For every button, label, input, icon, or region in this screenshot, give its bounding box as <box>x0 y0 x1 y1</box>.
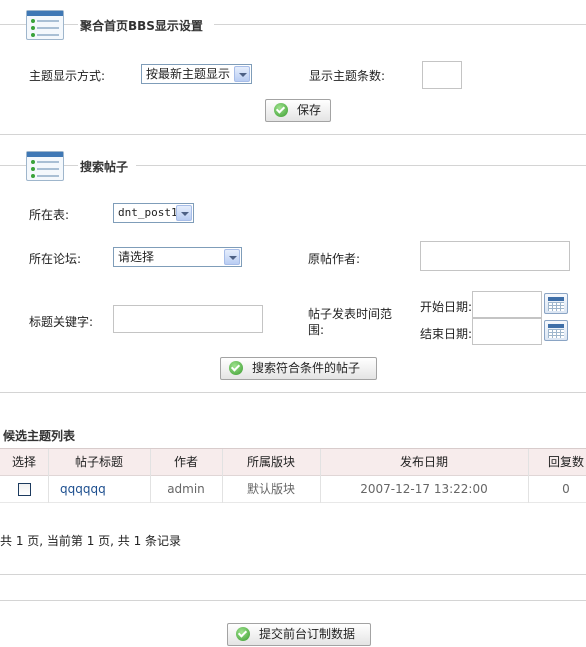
post-table-select[interactable]: dnt_post1 <box>113 203 194 223</box>
check-icon <box>274 103 288 117</box>
chevron-down-icon <box>224 249 240 265</box>
column-header-date: 发布日期 <box>399 455 448 469</box>
save-button-label: 保存 <box>297 103 322 117</box>
end-date-label: 结束日期: <box>420 327 473 341</box>
calendar-icon[interactable] <box>544 320 568 341</box>
display-mode-label: 主题显示方式: <box>29 69 106 83</box>
submit-custom-data-label: 提交前台订制数据 <box>259 627 356 641</box>
post-replies: 0 <box>562 482 570 496</box>
search-panel-icon <box>26 151 64 181</box>
end-date-input[interactable] <box>472 318 542 345</box>
settings-panel-icon <box>26 10 64 40</box>
topic-count-label: 显示主题条数: <box>309 69 386 83</box>
column-header-title: 帖子标题 <box>74 455 123 469</box>
time-range-label-line2: 围: <box>308 323 325 337</box>
section-title-search-posts: 搜索帖子 <box>80 160 129 174</box>
forum-select[interactable]: 请选择 <box>113 247 242 267</box>
start-date-label: 开始日期: <box>420 300 473 314</box>
section-title-bbs-settings: 聚合首页BBS显示设置 <box>80 19 203 33</box>
column-header-author: 作者 <box>173 455 198 469</box>
column-header-select: 选择 <box>11 455 36 469</box>
author-label: 原帖作者: <box>308 252 361 266</box>
column-header-board: 所属版块 <box>246 455 295 469</box>
check-icon <box>236 627 250 641</box>
check-icon <box>229 361 243 375</box>
post-title-link[interactable]: qqqqqq <box>60 476 140 502</box>
submit-custom-data-button[interactable]: 提交前台订制数据 <box>227 623 371 646</box>
post-table-label: 所在表: <box>29 208 70 222</box>
post-table-value: dnt_post1 <box>118 206 178 219</box>
chevron-down-icon <box>176 205 192 221</box>
column-header-replies: 回复数 <box>547 455 584 469</box>
row-select-checkbox[interactable] <box>18 483 31 496</box>
forum-value: 请选择 <box>118 250 155 264</box>
time-range-label-line1: 帖子发表时间范 <box>308 307 393 321</box>
list-title: 候选主题列表 <box>3 429 76 443</box>
pagination-info: 共 1 页, 当前第 1 页, 共 1 条记录 <box>0 534 182 548</box>
author-input[interactable] <box>420 241 570 271</box>
save-button[interactable]: 保存 <box>265 99 331 122</box>
calendar-icon[interactable] <box>544 293 568 314</box>
chevron-down-icon <box>234 66 250 82</box>
search-posts-button-label: 搜索符合条件的帖子 <box>252 361 361 375</box>
search-posts-button[interactable]: 搜索符合条件的帖子 <box>220 357 377 380</box>
post-board: 默认版块 <box>246 482 295 496</box>
display-mode-select[interactable]: 按最新主题显示 <box>141 64 252 84</box>
keyword-input[interactable] <box>113 305 263 333</box>
forum-label: 所在论坛: <box>29 252 82 266</box>
start-date-input[interactable] <box>472 291 542 318</box>
display-mode-value: 按最新主题显示 <box>146 67 231 81</box>
topic-count-input[interactable] <box>422 61 462 89</box>
keyword-label: 标题关键字: <box>29 315 94 329</box>
post-date: 2007-12-17 13:22:00 <box>360 482 488 496</box>
post-author: admin <box>167 482 205 496</box>
